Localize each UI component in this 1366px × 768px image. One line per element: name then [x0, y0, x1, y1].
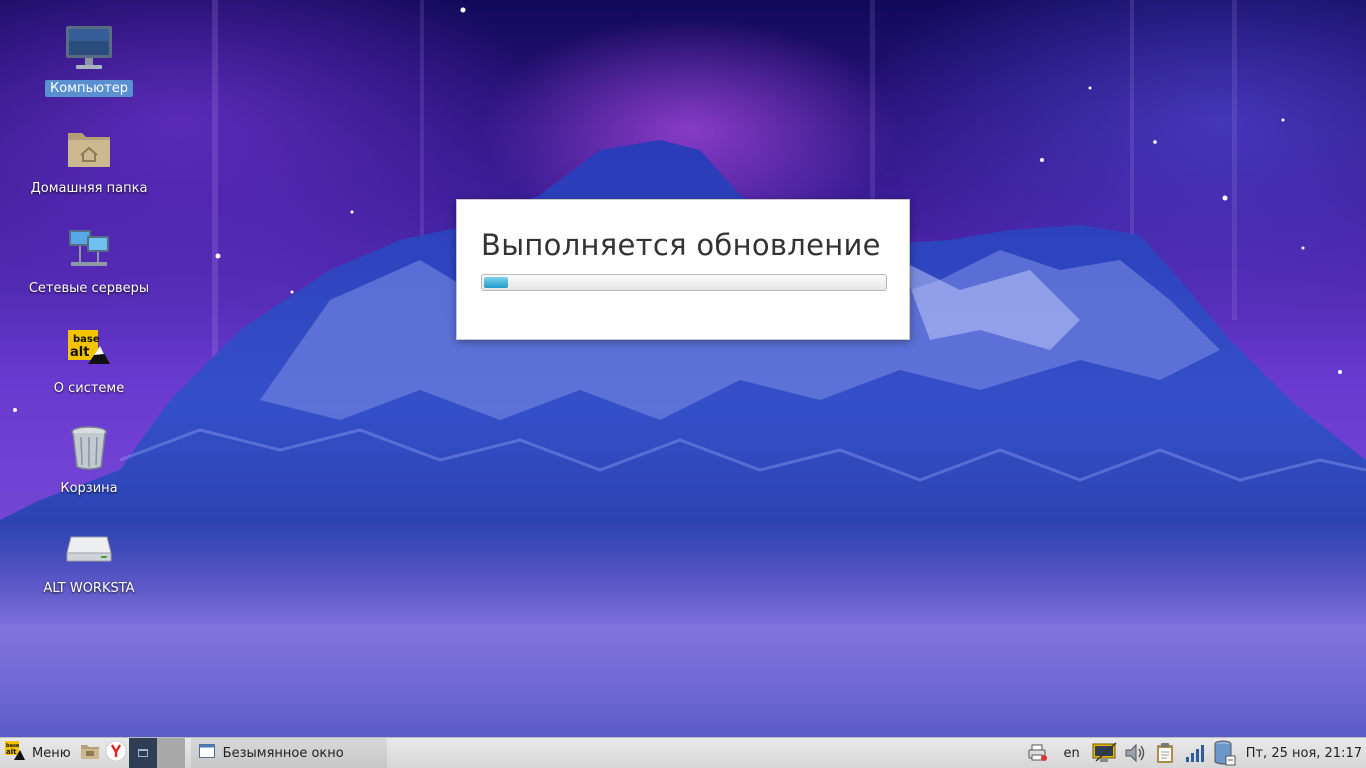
desktop-wallpaper: [0, 0, 1366, 737]
file-manager-icon: [80, 742, 100, 764]
svg-text:alt: alt: [70, 345, 89, 360]
menu-label: Меню: [32, 745, 71, 761]
computer-icon: [63, 22, 115, 74]
keyboard-layout[interactable]: en: [1063, 746, 1079, 761]
file-manager-launcher[interactable]: [77, 738, 103, 768]
progress-fill: [484, 277, 508, 288]
taskbar: base alt Меню Безымянное окно en Пт, 25 …: [0, 737, 1366, 768]
task-label: Безымянное окно: [222, 745, 344, 761]
desktop-icon-network-servers[interactable]: Сетевые серверы: [18, 218, 160, 314]
network-servers-icon: [63, 222, 115, 274]
volume-icon[interactable]: [1120, 738, 1150, 768]
yandex-browser-icon: [105, 740, 127, 766]
update-progress-bar: [481, 274, 887, 291]
desktop-icon-about-system[interactable]: base alt О системе: [18, 318, 160, 414]
svg-text:alt: alt: [6, 748, 17, 756]
desktop-icon-label: Компьютер: [45, 80, 133, 97]
trash-icon: [63, 422, 115, 474]
drive-icon: [63, 522, 115, 574]
desktop-icon-label: Корзина: [60, 481, 118, 496]
desktop-icon-label: ALT WORKSTA: [43, 581, 135, 596]
printer-icon[interactable]: [1023, 738, 1053, 768]
battery-icon[interactable]: [1210, 738, 1240, 768]
desktop-icon-computer[interactable]: Компьютер: [18, 18, 160, 114]
desktop-icon-trash[interactable]: Корзина: [18, 418, 160, 514]
taskbar-window-button[interactable]: Безымянное окно: [190, 738, 387, 768]
desktop-icon-label: Сетевые серверы: [28, 281, 150, 296]
basealt-menu-icon: base alt: [4, 740, 26, 766]
desktop-icon-label: Домашняя папка: [30, 181, 148, 196]
workspace-2[interactable]: [156, 738, 185, 768]
clock[interactable]: Пт, 25 ноя, 21:17: [1246, 746, 1362, 761]
workspace-1[interactable]: [128, 738, 157, 768]
desktop-icon-label: О системе: [53, 381, 125, 396]
desktop-icon-drive[interactable]: ALT WORKSTA: [18, 518, 160, 614]
window-icon: [198, 744, 215, 762]
system-tray: en Пт, 25 ноя, 21:17: [1023, 738, 1366, 768]
svg-text:base: base: [73, 334, 100, 345]
desktop-icon-home-folder[interactable]: Домашняя папка: [18, 118, 160, 214]
basealt-logo-icon: base alt: [63, 322, 115, 374]
dialog-title: Выполняется обновление: [481, 228, 881, 262]
update-dialog: Выполняется обновление: [456, 199, 910, 340]
clipboard-icon[interactable]: [1150, 738, 1180, 768]
menu-button[interactable]: base alt Меню: [0, 738, 77, 768]
display-settings-icon[interactable]: [1090, 738, 1120, 768]
home-folder-icon: [63, 122, 115, 174]
window-thumb-icon: [137, 749, 148, 757]
network-signal-icon[interactable]: [1180, 738, 1210, 768]
yandex-browser-launcher[interactable]: [103, 738, 129, 768]
